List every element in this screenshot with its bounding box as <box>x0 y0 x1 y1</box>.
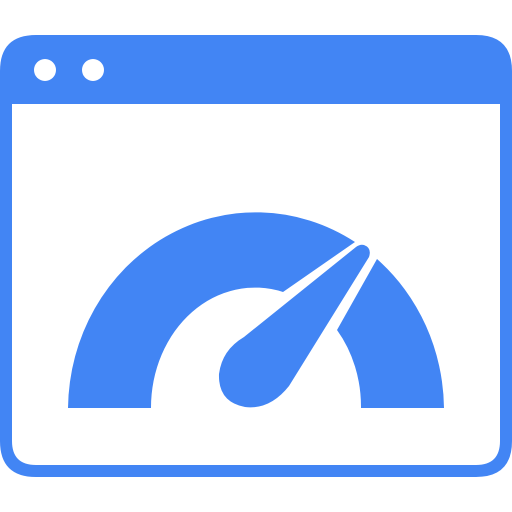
browser-speedometer-icon <box>0 0 512 512</box>
window-dot <box>34 59 56 81</box>
browser-speedometer-svg <box>0 35 512 477</box>
window-dot <box>82 59 104 81</box>
speedometer-icon <box>68 212 444 408</box>
